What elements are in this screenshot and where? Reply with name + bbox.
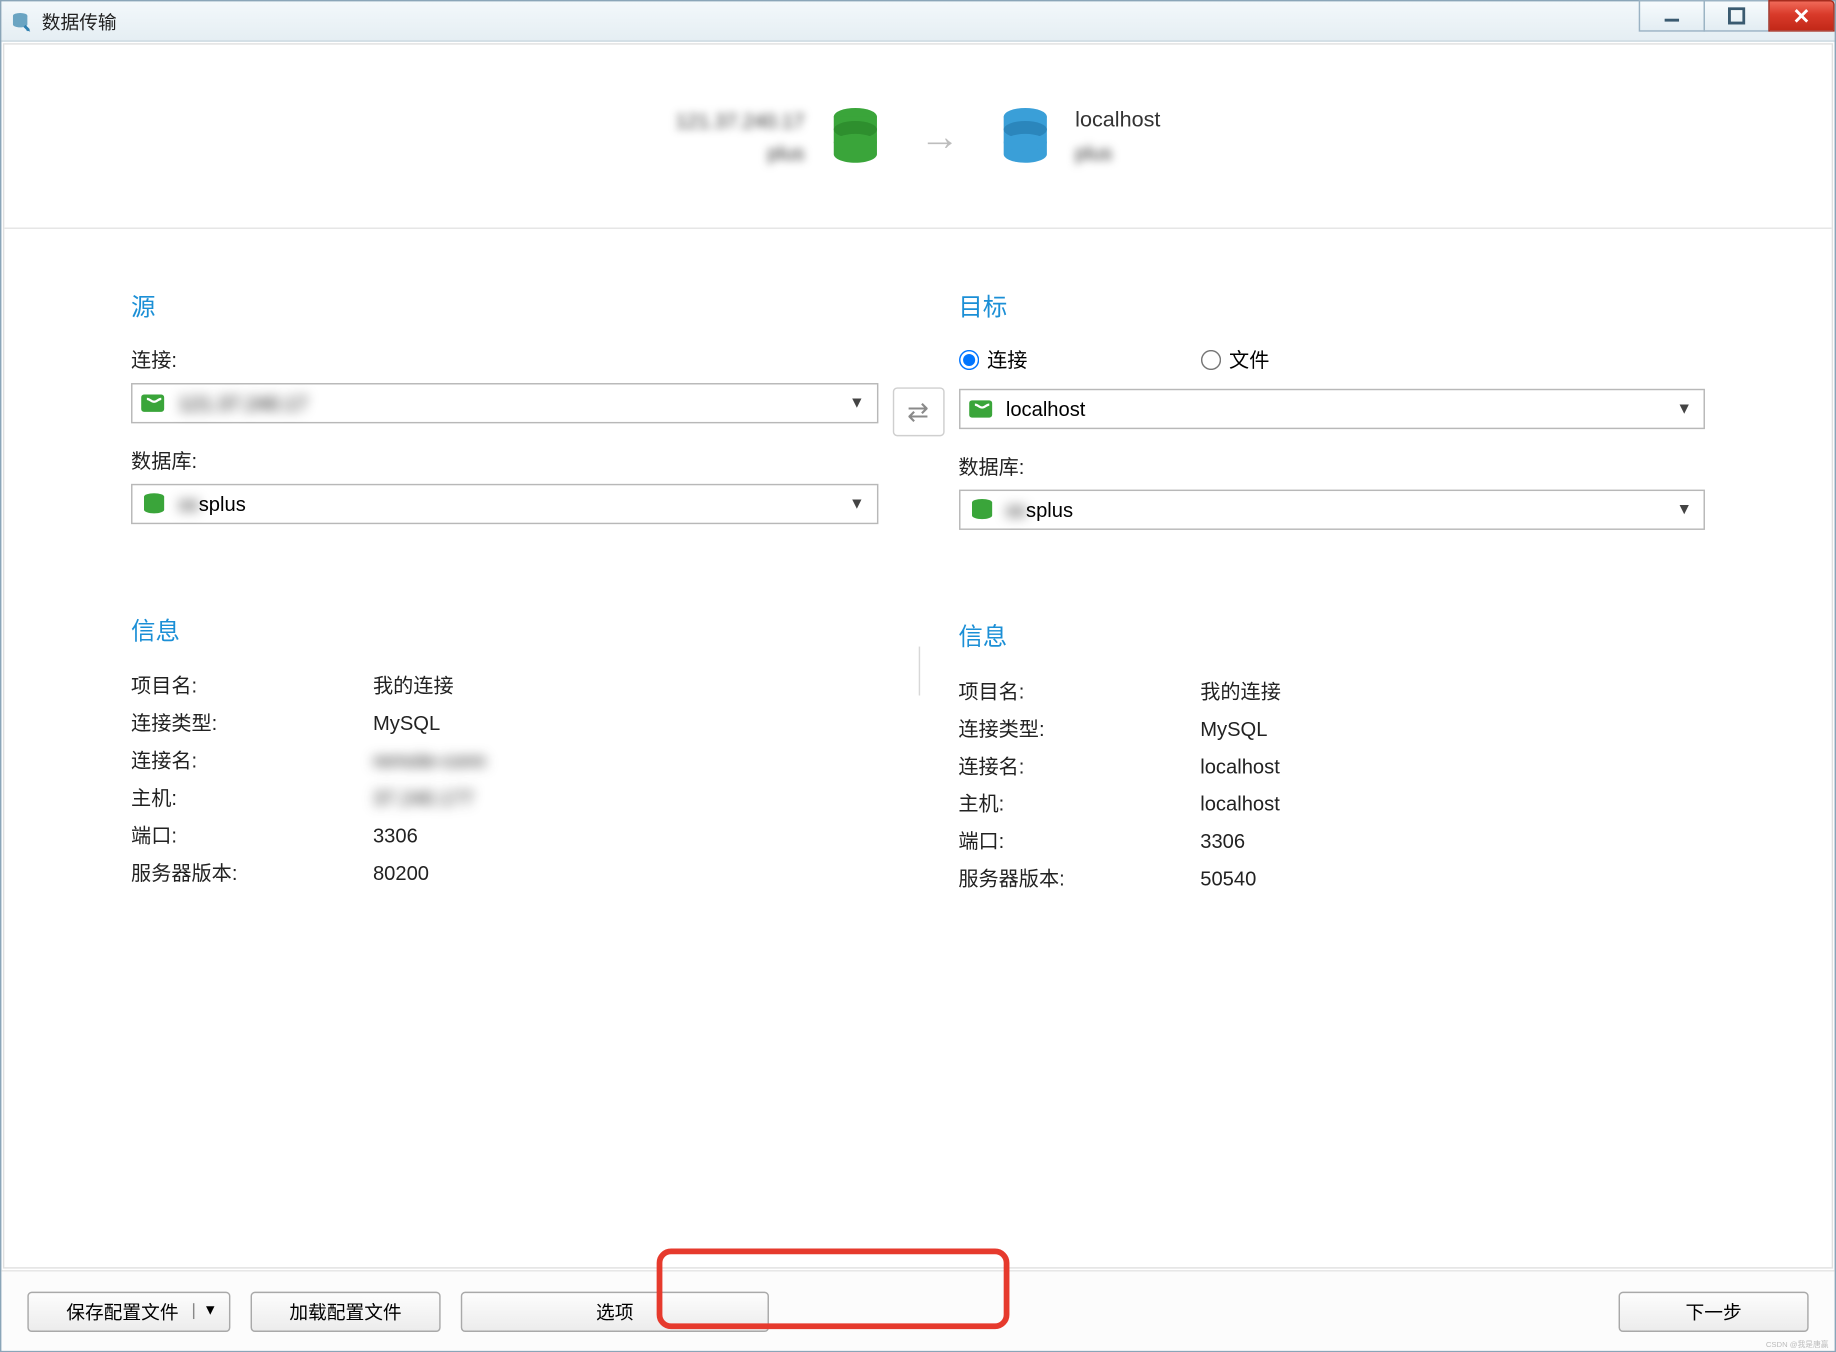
info-key: 连接类型:: [131, 704, 373, 741]
chevron-down-icon: ▼: [1676, 501, 1692, 518]
mysql-icon: [141, 390, 170, 416]
minimize-button[interactable]: [1639, 0, 1705, 32]
watermark: CSDN @我是唐赢: [1765, 1339, 1828, 1350]
info-table: 项目名:我的连接连接类型:MySQL连接名:localhost主机:localh…: [958, 672, 1705, 897]
info-value: localhost: [1200, 785, 1280, 822]
section-title-target: 目标: [958, 287, 1705, 323]
info-value: MySQL: [1200, 710, 1267, 747]
banner-target-text: localhost plus: [1075, 104, 1160, 167]
info-row: 主机:37.240.177: [131, 779, 878, 816]
chevron-down-icon[interactable]: ▼: [193, 1303, 217, 1319]
mysql-icon: [968, 396, 997, 422]
body-area: ⇄ 源 连接: 121.37.240.17 ▼ 数据库: xxsplus ▼ 信…: [4, 229, 1831, 926]
chevron-down-icon: ▼: [849, 495, 865, 512]
label-connection: 连接:: [131, 346, 878, 375]
info-value: remote-conn: [373, 742, 486, 779]
target-database-value: xxsplus: [1006, 498, 1073, 521]
source-connection-value: 121.37.240.17: [179, 392, 308, 415]
info-key: 连接类型:: [958, 710, 1200, 747]
content: 121.37.240.17 plus → localhost plus ⇄ 源 …: [3, 43, 1833, 1268]
info-table: 项目名:我的连接连接类型:MySQL连接名:remote-conn主机:37.2…: [131, 667, 878, 892]
info-key: 连接名:: [131, 742, 373, 779]
swap-button[interactable]: ⇄: [892, 387, 944, 436]
info-row: 项目名:我的连接: [958, 672, 1705, 709]
info-key: 服务器版本:: [131, 854, 373, 891]
target-info: 信息 项目名:我的连接连接类型:MySQL连接名:localhost主机:loc…: [958, 616, 1705, 897]
database-icon: [141, 491, 170, 517]
maximize-button[interactable]: [1704, 0, 1770, 32]
info-key: 连接名:: [958, 747, 1200, 784]
info-value: 3306: [373, 816, 418, 853]
source-pane: 源 连接: 121.37.240.17 ▼ 数据库: xxsplus ▼ 信息 …: [91, 287, 918, 898]
info-value: MySQL: [373, 704, 440, 741]
label-database: 数据库:: [958, 452, 1705, 481]
info-value: 80200: [373, 854, 429, 891]
target-pane: 目标 连接 文件 localhost ▼ 数据库: xxsplus ▼: [918, 287, 1745, 898]
info-key: 主机:: [958, 785, 1200, 822]
target-database-select[interactable]: xxsplus ▼: [958, 490, 1705, 530]
source-database-value: xxsplus: [179, 492, 246, 515]
info-value: 50540: [1200, 860, 1256, 897]
save-profile-button[interactable]: 保存配置文件▼: [27, 1291, 230, 1331]
options-button[interactable]: 选项: [461, 1291, 769, 1331]
info-key: 端口:: [958, 822, 1200, 859]
section-title-source: 源: [131, 287, 878, 323]
chevron-down-icon: ▼: [1676, 400, 1692, 417]
database-icon: [830, 107, 879, 165]
radio-connection[interactable]: 连接: [958, 346, 1027, 375]
info-key: 服务器版本:: [958, 860, 1200, 897]
divider: [918, 647, 919, 696]
info-row: 端口:3306: [131, 816, 878, 853]
info-value: localhost: [1200, 747, 1280, 784]
database-icon: [1000, 107, 1049, 165]
source-database-select[interactable]: xxsplus ▼: [131, 484, 878, 524]
source-info: 信息 项目名:我的连接连接类型:MySQL连接名:remote-conn主机:3…: [131, 611, 878, 892]
info-key: 主机:: [131, 779, 373, 816]
source-connection-select[interactable]: 121.37.240.17 ▼: [131, 383, 878, 423]
info-row: 连接类型:MySQL: [131, 704, 878, 741]
titlebar: 数据传输: [1, 1, 1834, 41]
info-title: 信息: [131, 611, 878, 647]
info-row: 端口:3306: [958, 822, 1705, 859]
info-row: 服务器版本:80200: [131, 854, 878, 891]
info-value: 我的连接: [1200, 672, 1281, 709]
info-key: 项目名:: [958, 672, 1200, 709]
window: 数据传输 121.37.240.17 plus → localhost plus: [0, 0, 1836, 1352]
info-row: 主机:localhost: [958, 785, 1705, 822]
info-key: 项目名:: [131, 667, 373, 704]
next-button[interactable]: 下一步: [1619, 1291, 1809, 1331]
info-row: 连接名:localhost: [958, 747, 1705, 784]
info-row: 连接名:remote-conn: [131, 742, 878, 779]
info-row: 连接类型:MySQL: [958, 710, 1705, 747]
database-icon: [968, 497, 997, 523]
banner: 121.37.240.17 plus → localhost plus: [4, 45, 1831, 229]
window-controls: [1640, 0, 1834, 32]
target-mode-radio: 连接 文件: [958, 346, 1705, 375]
info-title: 信息: [958, 616, 1705, 652]
radio-file[interactable]: 文件: [1200, 346, 1269, 375]
info-value: 37.240.177: [373, 779, 474, 816]
app-icon: [10, 9, 33, 32]
load-profile-button[interactable]: 加载配置文件: [250, 1291, 440, 1331]
info-row: 服务器版本:50540: [958, 860, 1705, 897]
footer: 保存配置文件▼ 加载配置文件 选项 下一步: [1, 1270, 1834, 1351]
banner-source: 121.37.240.17 plus: [676, 104, 880, 167]
info-value: 3306: [1200, 822, 1245, 859]
target-connection-select[interactable]: localhost ▼: [958, 389, 1705, 429]
radio-connection-input[interactable]: [958, 350, 978, 370]
chevron-down-icon: ▼: [849, 395, 865, 412]
radio-file-input[interactable]: [1200, 350, 1220, 370]
banner-target: localhost plus: [1000, 104, 1160, 167]
info-key: 端口:: [131, 816, 373, 853]
target-connection-value: localhost: [1006, 397, 1086, 420]
close-button[interactable]: [1768, 0, 1834, 32]
info-value: 我的连接: [373, 667, 454, 704]
window-title: 数据传输: [42, 7, 117, 34]
info-row: 项目名:我的连接: [131, 667, 878, 704]
banner-source-text: 121.37.240.17 plus: [676, 104, 805, 167]
arrow-icon: →: [920, 113, 960, 159]
label-database: 数据库:: [131, 446, 878, 475]
